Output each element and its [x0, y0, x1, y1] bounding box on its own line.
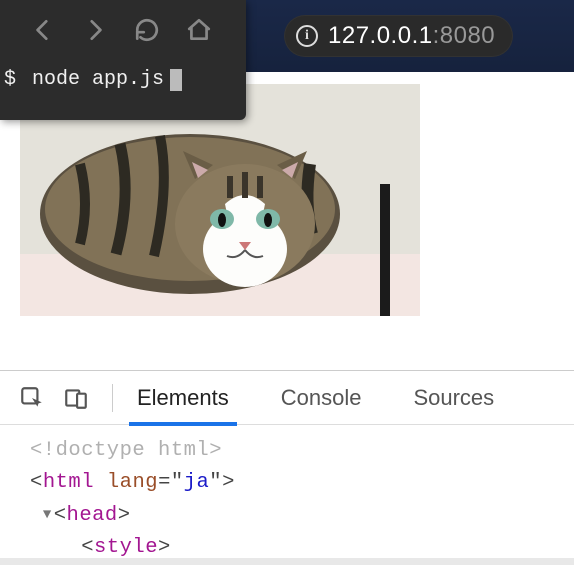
terminal-line: $ node app.js: [0, 60, 246, 91]
browser-nav-buttons: [0, 0, 246, 60]
address-bar[interactable]: i 127.0.0.1:8080: [284, 15, 513, 57]
separator: [112, 384, 113, 412]
code-doctype: <!doctype html>: [30, 435, 574, 467]
elements-tree[interactable]: <!doctype html> <html lang="ja"> ▼<head>…: [0, 425, 574, 565]
devtools-panel: Elements Console Sources <!doctype html>…: [0, 370, 574, 558]
terminal-command: node app.js: [32, 68, 164, 91]
device-toggle-icon[interactable]: [60, 382, 92, 414]
reload-icon[interactable]: [134, 17, 160, 43]
browser-toolbar: $ node app.js i 127.0.0.1:8080: [0, 0, 574, 72]
terminal-cursor: [170, 69, 182, 91]
code-html-open[interactable]: <html lang="ja">: [30, 467, 574, 499]
inspect-icon[interactable]: [16, 382, 48, 414]
back-icon[interactable]: [30, 17, 56, 43]
forward-icon[interactable]: [82, 17, 108, 43]
url-port: :8080: [433, 22, 496, 49]
twisty-icon[interactable]: ▼: [43, 504, 52, 526]
tab-sources[interactable]: Sources: [409, 371, 498, 425]
terminal-window: $ node app.js: [0, 0, 246, 120]
home-icon[interactable]: [186, 17, 212, 43]
site-info-icon[interactable]: i: [296, 25, 318, 47]
url-text: 127.0.0.1:8080: [328, 22, 495, 50]
code-style[interactable]: <style>: [30, 532, 574, 564]
tab-elements[interactable]: Elements: [133, 371, 233, 425]
tab-console[interactable]: Console: [277, 371, 366, 425]
terminal-prompt: $: [4, 68, 16, 91]
code-head[interactable]: ▼<head>: [30, 500, 574, 532]
devtools-tabbar: Elements Console Sources: [0, 371, 574, 425]
url-host: 127.0.0.1: [328, 22, 433, 49]
